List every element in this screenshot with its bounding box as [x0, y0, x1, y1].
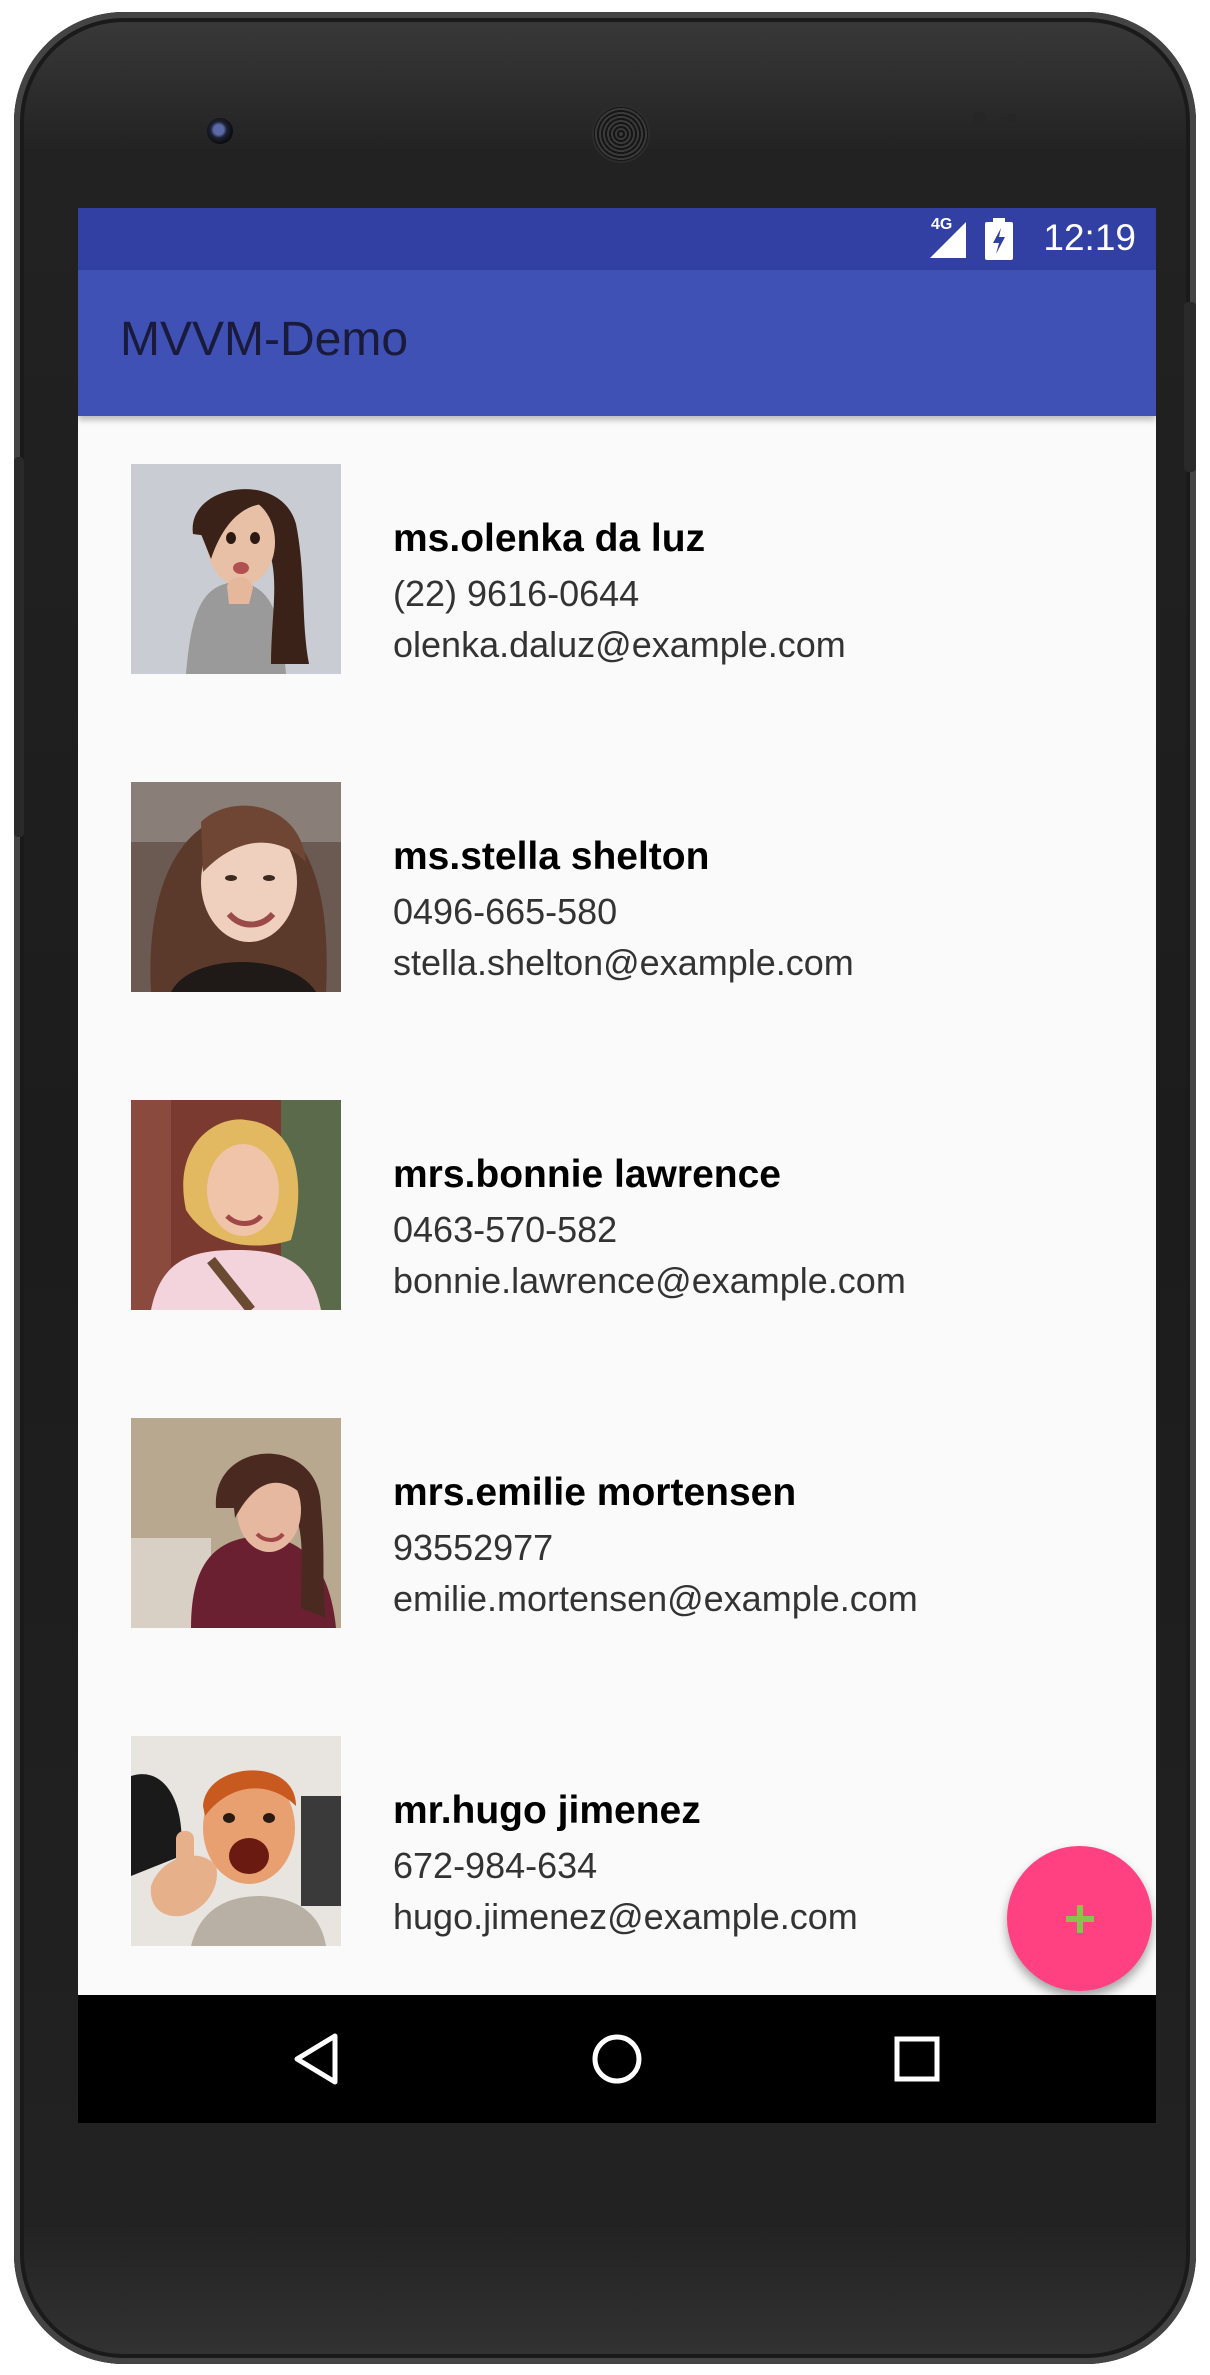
contact-name: ms.olenka da luz	[393, 517, 706, 560]
home-circle-icon[interactable]	[590, 2032, 644, 2086]
contact-name: mr.hugo jimenez	[393, 1789, 701, 1832]
status-clock: 12:19	[1043, 217, 1136, 258]
contact-row[interactable]: ms.olenka da luz (22) 9616-0644 olenka.d…	[78, 416, 1156, 734]
plus-icon	[1066, 1905, 1094, 1933]
contact-name: mrs.emilie mortensen	[393, 1471, 797, 1514]
contact-name: mrs.bonnie lawrence	[393, 1153, 781, 1196]
contact-email: stella.shelton@example.com	[393, 942, 854, 983]
front-camera	[207, 118, 233, 144]
contact-avatar	[131, 1100, 341, 1310]
battery-icon	[985, 218, 1013, 260]
contact-details: ms.stella shelton 0496-665-580 stella.sh…	[393, 837, 854, 981]
contact-phone: 672-984-634	[393, 1845, 598, 1886]
app-bar: MVVM-Demo	[78, 270, 1156, 416]
contact-row[interactable]: mr.hugo jimenez 672-984-634 hugo.jimenez…	[78, 1688, 1156, 2006]
contact-row[interactable]: mrs.emilie mortensen 93552977 emilie.mor…	[78, 1370, 1156, 1688]
contact-phone: 0496-665-580	[393, 891, 618, 932]
power-button	[1184, 302, 1196, 472]
contact-email: olenka.daluz@example.com	[393, 624, 846, 665]
volume-button	[14, 457, 24, 837]
contact-details: ms.olenka da luz (22) 9616-0644 olenka.d…	[393, 519, 846, 663]
app-title: MVVM-Demo	[120, 313, 409, 366]
contact-name: ms.stella shelton	[393, 835, 710, 878]
contact-avatar	[131, 782, 341, 992]
contact-avatar	[131, 464, 341, 674]
screen: 4G 12:19 MVVM-Demo ms.olenka da luz (22)…	[78, 208, 1156, 2123]
phone-frame: 4G 12:19 MVVM-Demo ms.olenka da luz (22)…	[14, 12, 1196, 2364]
light-sensor	[1007, 114, 1017, 124]
earpiece-speaker	[592, 105, 650, 163]
contact-email: emilie.mortensen@example.com	[393, 1578, 918, 1619]
add-contact-button[interactable]	[1007, 1846, 1152, 1991]
back-triangle-icon[interactable]	[291, 2032, 341, 2086]
contact-phone: (22) 9616-0644	[393, 573, 640, 614]
contact-details: mrs.bonnie lawrence 0463-570-582 bonnie.…	[393, 1155, 906, 1299]
contact-details: mr.hugo jimenez 672-984-634 hugo.jimenez…	[393, 1791, 858, 1935]
contact-phone: 0463-570-582	[393, 1209, 618, 1250]
contact-email: hugo.jimenez@example.com	[393, 1896, 858, 1937]
contact-row[interactable]: ms.stella shelton 0496-665-580 stella.sh…	[78, 734, 1156, 1052]
recents-square-icon[interactable]	[893, 2035, 941, 2083]
contact-avatar	[131, 1736, 341, 1946]
contact-details: mrs.emilie mortensen 93552977 emilie.mor…	[393, 1473, 918, 1617]
contact-row[interactable]: mrs.bonnie lawrence 0463-570-582 bonnie.…	[78, 1052, 1156, 1370]
signal-icon	[930, 222, 966, 258]
contact-phone: 93552977	[393, 1527, 554, 1568]
contact-email: bonnie.lawrence@example.com	[393, 1260, 906, 1301]
contact-avatar	[131, 1418, 341, 1628]
proximity-sensor	[972, 112, 986, 126]
status-bar: 4G 12:19	[78, 208, 1156, 270]
navigation-bar	[78, 1995, 1156, 2123]
